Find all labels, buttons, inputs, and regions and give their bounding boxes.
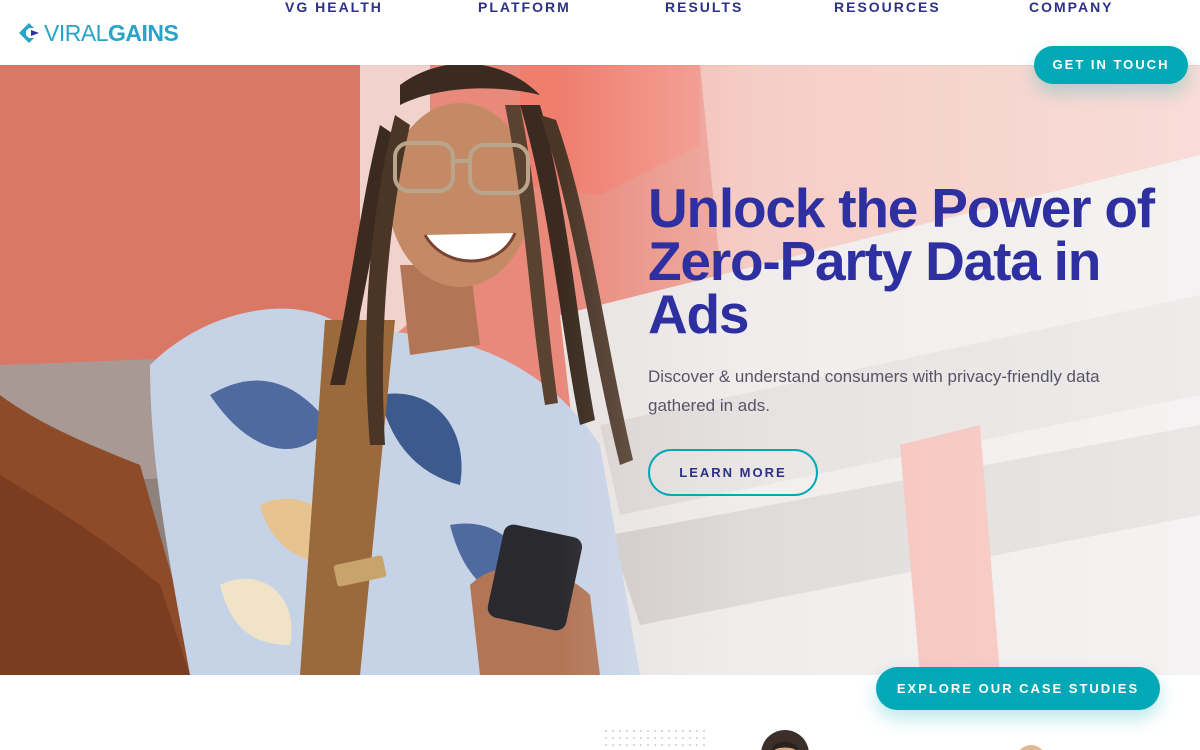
decorative-dot-grid xyxy=(605,730,705,746)
nav-item-results[interactable]: RESULTS xyxy=(665,0,743,16)
explore-case-studies-button[interactable]: EXPLORE OUR CASE STUDIES xyxy=(876,667,1160,710)
logo-viral-text: VIRAL xyxy=(44,20,108,46)
hero-title: Unlock the Power of Zero-Party Data in A… xyxy=(648,177,1155,345)
hero-subtitle: Discover & understand consumers with pri… xyxy=(648,367,1100,415)
nav-item-platform[interactable]: PLATFORM xyxy=(478,0,571,16)
viralgains-logo[interactable]: VIRALGAINS xyxy=(18,20,179,46)
viralgains-diamond-logo-icon xyxy=(19,23,39,43)
logo-gains-text: GAINS xyxy=(107,20,179,46)
logo-wordmark: VIRALGAINS xyxy=(44,20,179,46)
nav-item-company[interactable]: COMPANY xyxy=(1029,0,1114,16)
get-in-touch-button[interactable]: GET IN TOUCH xyxy=(1034,46,1188,84)
hero-section: Unlock the Power of Zero-Party Data in A… xyxy=(0,65,1200,675)
nav-item-resources[interactable]: RESOURCES xyxy=(834,0,941,16)
learn-more-button[interactable]: LEARN MORE xyxy=(648,449,818,496)
site-header: VIRALGAINS VG HEALTH PLATFORM RESULTS RE… xyxy=(0,0,1200,65)
nav-item-vg-health[interactable]: VG HEALTH xyxy=(285,0,383,16)
main-nav: VG HEALTH PLATFORM RESULTS RESOURCES COM… xyxy=(0,0,1200,20)
